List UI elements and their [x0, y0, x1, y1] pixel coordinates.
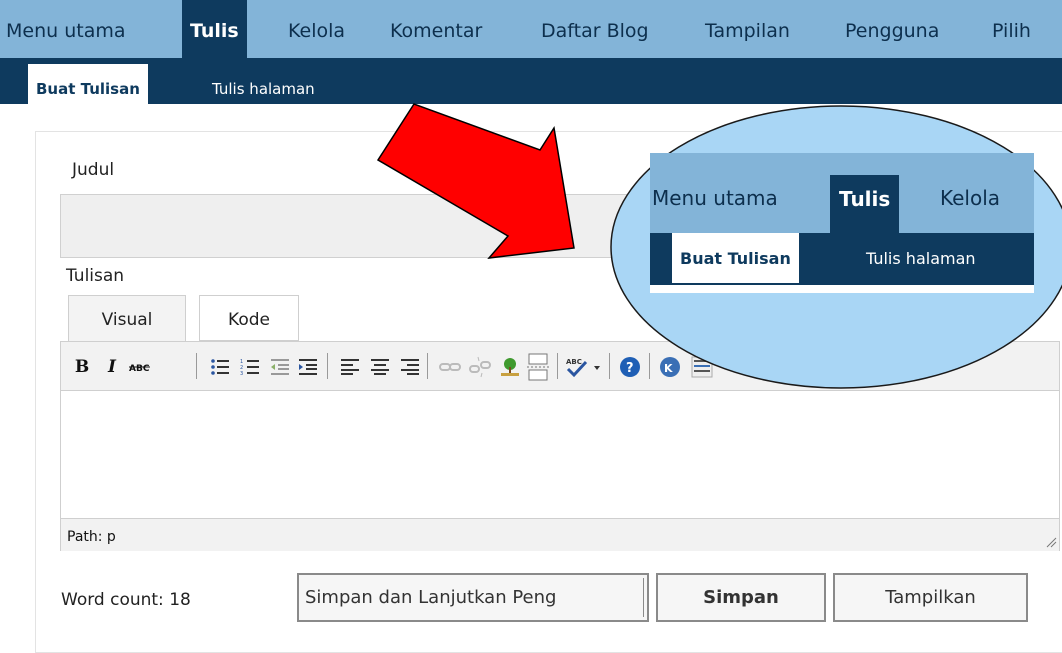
- indent-icon[interactable]: [295, 354, 321, 380]
- editor-content-area[interactable]: [61, 391, 1059, 518]
- nav-item-daftar-blog[interactable]: Daftar Blog: [541, 0, 649, 58]
- nav-item-pengguna[interactable]: Pengguna: [845, 0, 939, 58]
- editor-path-bar: Path: p: [61, 518, 1059, 551]
- toolbar-separator: [609, 353, 610, 379]
- spellcheck-icon[interactable]: ABC: [565, 354, 605, 380]
- svg-text:ABC: ABC: [129, 364, 150, 374]
- align-center-icon[interactable]: [367, 354, 393, 380]
- magnified-content-strip: [650, 285, 1034, 293]
- title-input[interactable]: [60, 194, 680, 258]
- svg-text:?: ?: [626, 361, 634, 376]
- sub-nav: Buat Tulisan Tulis halaman: [0, 58, 1062, 104]
- unlink-icon[interactable]: [467, 354, 493, 380]
- svg-text:ABC: ABC: [566, 358, 582, 366]
- tab-kode[interactable]: Kode: [199, 295, 299, 341]
- resize-grip-icon[interactable]: [1045, 536, 1057, 548]
- toolbar-separator: [196, 353, 197, 379]
- align-left-icon[interactable]: [337, 354, 363, 380]
- magnified-sub-nav: Buat Tulisan Tulis halaman: [650, 233, 1034, 285]
- toolbar-separator: [427, 353, 428, 379]
- link-icon[interactable]: [437, 354, 463, 380]
- nav-item-pilih[interactable]: Pilih: [992, 0, 1031, 58]
- save-and-continue-button[interactable]: Simpan dan Lanjutkan Peng: [297, 573, 649, 622]
- help-icon[interactable]: ?: [617, 354, 643, 380]
- nav-item-komentar[interactable]: Komentar: [390, 0, 482, 58]
- subnav-tab-tulis-halaman[interactable]: Tulis halaman: [212, 64, 315, 104]
- bullet-list-icon[interactable]: [207, 354, 233, 380]
- svg-text:K: K: [664, 362, 673, 375]
- kitchen-sink-icon[interactable]: K: [657, 354, 683, 380]
- tab-visual[interactable]: Visual: [68, 295, 186, 342]
- magnified-main-nav: Menu utama Tulis Kelola: [650, 153, 1034, 233]
- strikethrough-icon[interactable]: ABC: [127, 354, 153, 380]
- zoom-subnav-tulis-halaman: Tulis halaman: [866, 249, 976, 268]
- nav-item-tampilan[interactable]: Tampilan: [705, 0, 790, 58]
- word-count: Word count: 18: [61, 590, 191, 610]
- toolbar-separator: [327, 353, 328, 379]
- outdent-icon[interactable]: [267, 354, 293, 380]
- bold-icon[interactable]: B: [69, 354, 95, 380]
- nav-item-tulis[interactable]: Tulis: [182, 0, 247, 58]
- image-icon[interactable]: [497, 354, 523, 380]
- subnav-tab-buat-tulisan[interactable]: Buat Tulisan: [28, 64, 148, 104]
- preview-button[interactable]: Tampilkan: [833, 573, 1028, 622]
- svg-text:3: 3: [240, 371, 243, 376]
- numbered-list-icon[interactable]: 123: [237, 354, 263, 380]
- zoom-subnav-buat-tulisan: Buat Tulisan: [672, 233, 799, 283]
- toolbar-separator: [557, 353, 558, 379]
- toggle-toolbar-icon[interactable]: [689, 354, 715, 380]
- zoom-nav-kelola: Kelola: [940, 186, 1001, 210]
- nav-item-kelola[interactable]: Kelola: [288, 0, 345, 58]
- more-break-icon[interactable]: [525, 353, 551, 381]
- editor-toolbar: B I ABC 123 ABC ? K: [61, 342, 1059, 391]
- body-label: Tulisan: [66, 266, 125, 286]
- zoom-nav-tulis: Tulis: [830, 175, 900, 233]
- main-nav: Menu utama Tulis Kelola Komentar Daftar …: [0, 0, 1062, 58]
- nav-item-menu-utama[interactable]: Menu utama: [6, 0, 126, 58]
- align-right-icon[interactable]: [397, 354, 423, 380]
- rich-text-editor: B I ABC 123 ABC ? K Path: p: [60, 341, 1060, 551]
- save-button[interactable]: Simpan: [656, 573, 826, 622]
- italic-icon[interactable]: I: [99, 354, 125, 380]
- zoom-nav-menu-utama: Menu utama: [652, 186, 778, 210]
- editor-path: Path: p: [67, 529, 116, 545]
- title-label: Judul: [72, 160, 115, 180]
- magnified-nav-callout: Menu utama Tulis Kelola Buat Tulisan Tul…: [650, 153, 1034, 293]
- toolbar-separator: [649, 353, 650, 379]
